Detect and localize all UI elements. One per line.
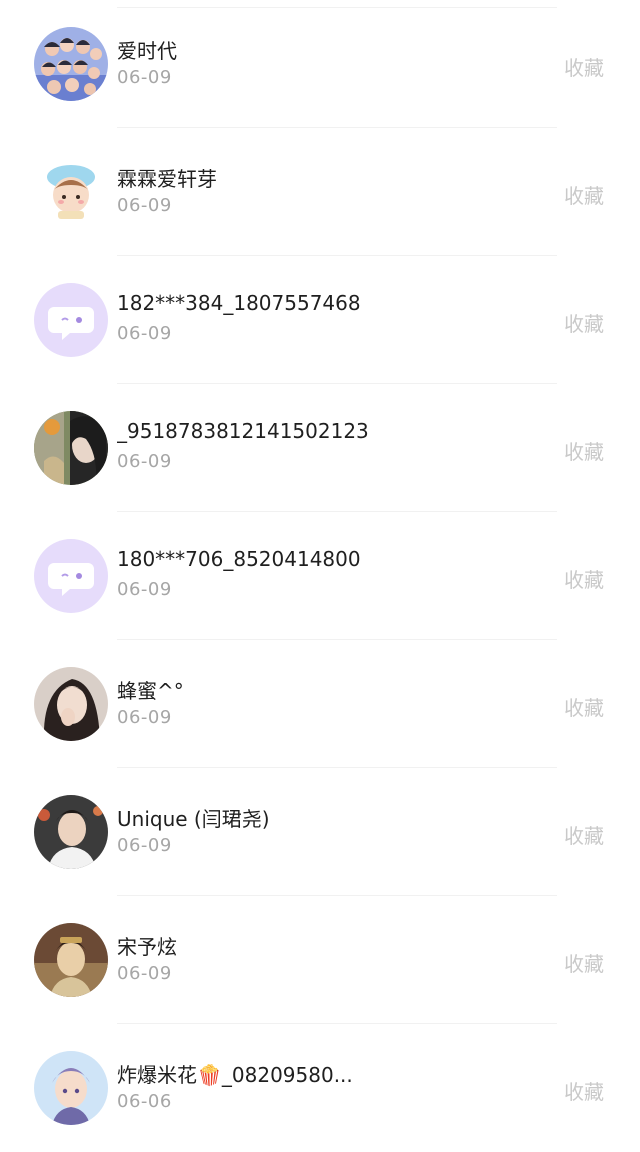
chat-bubble-icon [34,283,108,357]
avatar[interactable] [34,27,108,101]
username: 爱时代 [117,39,177,63]
list-item[interactable]: 180***706_8520414800 06-09 收藏 [0,512,640,640]
photo-avatar-icon [34,411,108,485]
date-label: 06-09 [117,323,172,344]
collect-button[interactable]: 收藏 [564,564,604,593]
collect-button[interactable]: 收藏 [564,308,604,337]
collect-button[interactable]: 收藏 [564,1076,604,1105]
avatar[interactable] [34,411,108,485]
list-item[interactable]: 蜂蜜^° 06-09 收藏 [0,640,640,768]
cartoon-avatar-icon [34,1051,108,1125]
list-item[interactable]: 霖霖爱轩芽 06-09 收藏 [0,128,640,256]
photo-avatar-icon [34,795,108,869]
collect-button[interactable]: 收藏 [564,180,604,209]
avatar[interactable] [34,667,108,741]
chat-bubble-icon [34,539,108,613]
collect-button[interactable]: 收藏 [564,692,604,721]
username: 182***384_1807557468 [117,291,361,315]
list-item[interactable]: 182***384_1807557468 06-09 收藏 [0,256,640,384]
portrait-avatar-icon [34,923,108,997]
cartoon-avatar-icon [34,155,108,229]
date-label: 06-09 [117,451,172,472]
user-list: 爱时代 06-09 收藏 霖霖爱轩芽 06-09 收藏 182***384_18… [0,0,640,1138]
avatar[interactable] [34,795,108,869]
avatar[interactable] [34,155,108,229]
list-item[interactable]: 炸爆米花🍿_08209580... 06-06 收藏 [0,1024,640,1152]
date-label: 06-06 [117,1091,172,1112]
list-item[interactable]: 宋予炫 06-09 收藏 [0,896,640,1024]
avatar[interactable] [34,1051,108,1125]
username: 霖霖爱轩芽 [117,167,217,191]
avatar[interactable] [34,539,108,613]
collect-button[interactable]: 收藏 [564,436,604,465]
collect-button[interactable]: 收藏 [564,820,604,849]
collect-button[interactable]: 收藏 [564,948,604,977]
username: 蜂蜜^° [117,679,184,703]
group-photo-avatar-icon [34,27,108,101]
date-label: 06-09 [117,579,172,600]
list-item[interactable]: Unique (闫珺尧) 06-09 收藏 [0,768,640,896]
collect-button[interactable]: 收藏 [564,52,604,81]
username: Unique (闫珺尧) [117,807,270,831]
list-item[interactable]: 爱时代 06-09 收藏 [0,0,640,128]
username: _9518783812141502123 [117,419,369,443]
date-label: 06-09 [117,835,172,856]
avatar[interactable] [34,923,108,997]
list-item[interactable]: _9518783812141502123 06-09 收藏 [0,384,640,512]
username: 180***706_8520414800 [117,547,361,571]
date-label: 06-09 [117,67,172,88]
date-label: 06-09 [117,195,172,216]
avatar[interactable] [34,283,108,357]
username: 宋予炫 [117,935,177,959]
username: 炸爆米花🍿_08209580... [117,1063,353,1087]
date-label: 06-09 [117,963,172,984]
photo-avatar-icon [34,667,108,741]
date-label: 06-09 [117,707,172,728]
